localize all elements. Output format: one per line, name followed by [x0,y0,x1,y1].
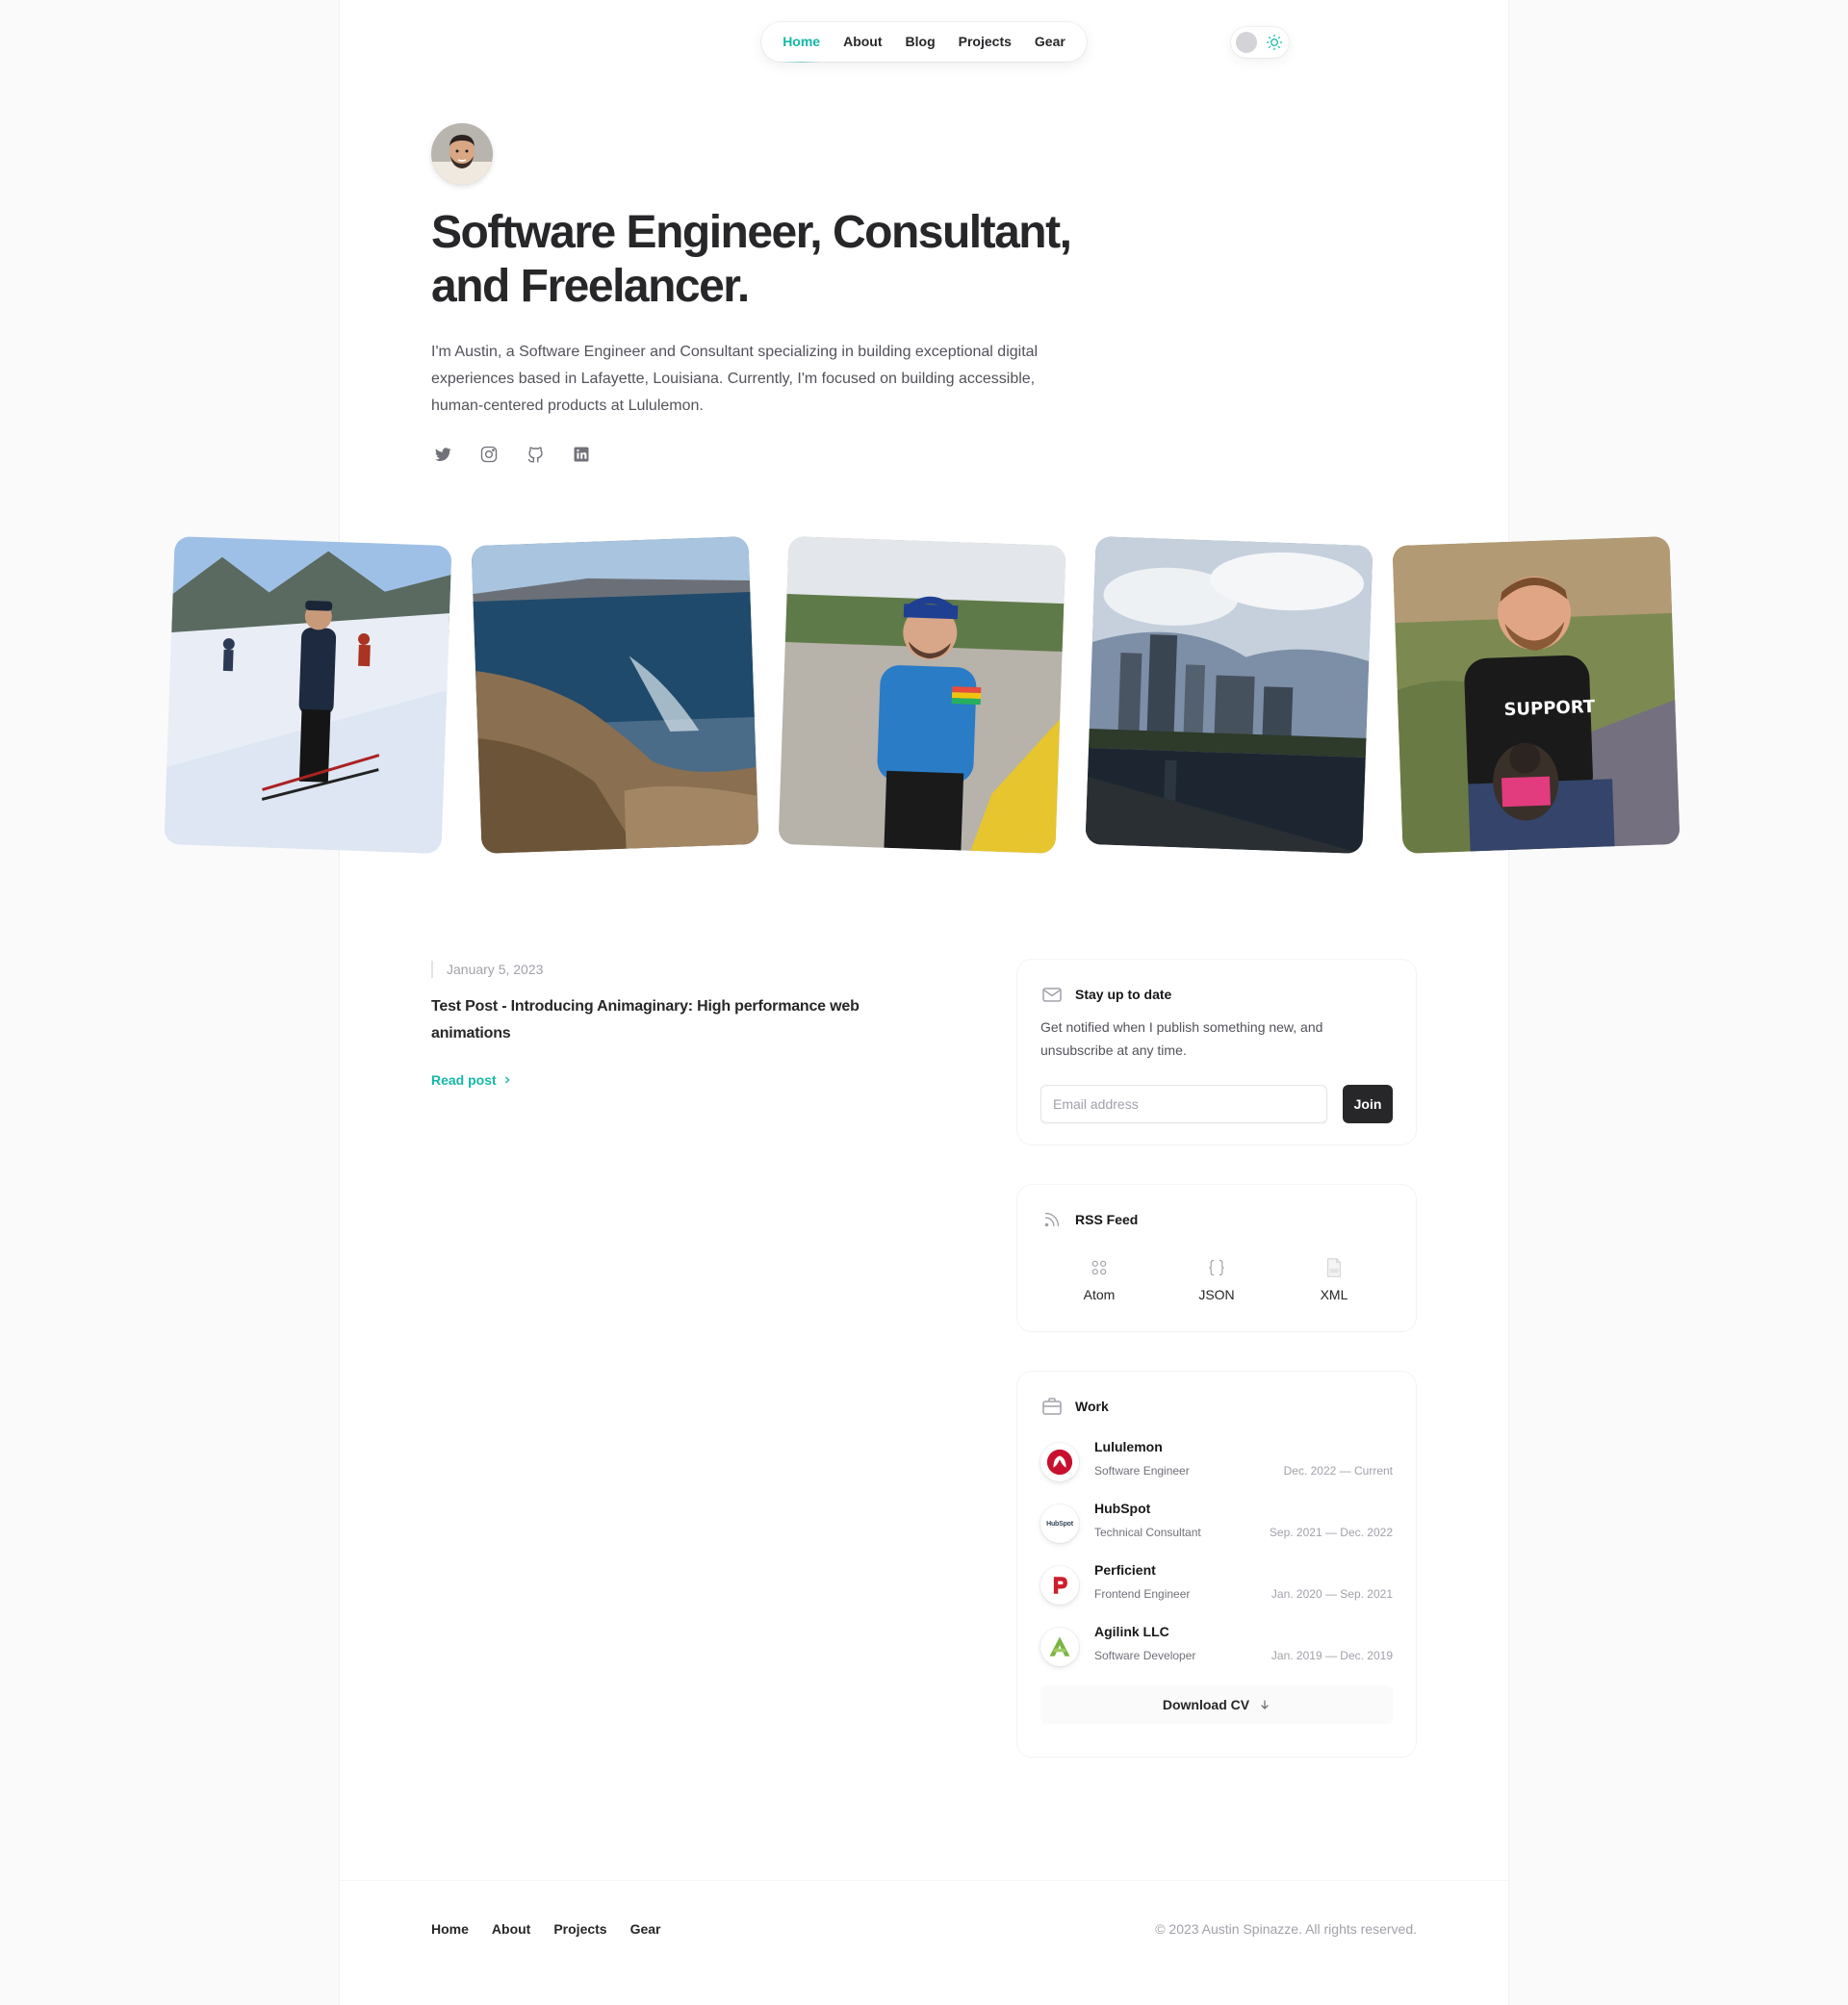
github-icon[interactable] [524,443,547,466]
arrow-down-icon [1261,1700,1269,1709]
hero-description: I'm Austin, a Software Engineer and Cons… [431,344,1039,414]
rss-header: RSS Feed [1040,1208,1393,1231]
photo-skiing [164,536,452,854]
hubspot-logo-text: HubSpot [1046,1520,1073,1528]
read-post-label: Read post [431,1072,497,1088]
rss-icon [1040,1208,1064,1231]
shirt-graphic: SUPPORT [1503,697,1596,720]
avatar[interactable] [431,123,493,185]
rss-xml-label: XML [1320,1287,1348,1302]
job-role: Software Engineer [1094,1464,1190,1478]
article-title[interactable]: Test Post - Introducing Animaginary: Hig… [431,993,874,1047]
lululemon-logo [1040,1443,1079,1481]
hero-title: Software Engineer, Consultant, and Freel… [431,206,1105,314]
company-name: Lululemon [1094,1439,1163,1454]
job-role: Technical Consultant [1094,1526,1201,1539]
company-name: HubSpot [1094,1501,1151,1516]
nav-about[interactable]: About [832,22,893,62]
article-date: January 5, 2023 [431,961,543,978]
job-role: Software Developer [1094,1649,1196,1662]
job-dates: Jan. 2019 — Dec. 2019 [1270,1649,1393,1662]
work-list: Lululemon Software Engineer Dec. 2022 — … [1040,1439,1393,1670]
footer-nav: Home About Projects Gear [431,1921,661,1937]
hero-title-line-2: and Freelancer. [431,261,750,312]
email-field[interactable] [1040,1085,1327,1123]
toggle-knob [1236,32,1257,53]
work-item-hubspot: HubSpot HubSpot Technical Consultant Sep… [1040,1501,1393,1547]
job-dates: Sep. 2021 — Dec. 2022 [1269,1526,1393,1539]
company-name: Agilink LLC [1094,1624,1169,1639]
rss-xml[interactable]: XML [1296,1256,1373,1302]
newsletter-description: Get notified when I publish something ne… [1040,1019,1323,1058]
rss-title: RSS Feed [1075,1212,1139,1227]
mail-icon [1040,983,1064,1006]
job-dates: Dec. 2022 — Current [1283,1464,1393,1478]
rss-atom-label: Atom [1083,1287,1116,1302]
footer-link-gear[interactable]: Gear [630,1921,661,1937]
newsletter-header: Stay up to date [1040,983,1393,1006]
perficient-logo [1040,1566,1079,1605]
work-card: Work Lululemon Software Engineer Dec. 20… [1016,1371,1417,1758]
twitter-icon[interactable] [431,443,454,466]
newsletter-title: Stay up to date [1075,987,1172,1002]
work-item-perficient: Perficient Frontend Engineer Jan. 2020 —… [1040,1562,1393,1608]
photo-coast [471,536,759,854]
download-cv-label: Download CV [1162,1697,1250,1712]
newsletter-form-row: Join [1040,1085,1393,1123]
rss-json-label: JSON [1198,1287,1235,1302]
join-button[interactable]: Join [1343,1085,1393,1123]
rss-json[interactable]: JSON [1178,1256,1255,1302]
nav-home[interactable]: Home [771,22,832,63]
work-header: Work [1040,1395,1393,1418]
work-item-agilink: Agilink LLC Software Developer Jan. 2019… [1040,1624,1393,1670]
rss-options: Atom JSON XML [1040,1256,1393,1302]
photo-city-river [1085,536,1373,854]
main-nav: Home About Blog Projects Gear [761,22,1087,63]
social-links [431,443,593,466]
footer-link-home[interactable]: Home [431,1921,469,1937]
copyright: © 2023 Austin Spinazze. All rights reser… [1155,1921,1417,1937]
instagram-icon[interactable] [477,443,500,466]
linkedin-icon[interactable] [570,443,593,466]
footer-link-about[interactable]: About [492,1921,530,1937]
read-post-link[interactable]: Read post [431,1072,512,1088]
rss-atom[interactable]: Atom [1061,1256,1138,1302]
sun-icon [1266,34,1283,51]
agilink-logo [1040,1628,1079,1666]
work-item-lululemon: Lululemon Software Engineer Dec. 2022 — … [1040,1439,1393,1485]
json-icon [1205,1256,1228,1279]
newsletter-card: Stay up to date Get notified when I publ… [1016,959,1417,1145]
rss-card: RSS Feed Atom JSON XML [1016,1184,1417,1332]
download-cv-button[interactable]: Download CV [1040,1685,1393,1724]
job-role: Frontend Engineer [1094,1587,1191,1601]
theme-toggle[interactable] [1231,27,1289,58]
nav-blog[interactable]: Blog [894,22,947,62]
chevron-right-icon [504,1076,510,1084]
company-name: Perficient [1094,1562,1156,1578]
photo-portrait-hoodie [778,536,1066,854]
nav-gear[interactable]: Gear [1023,22,1077,62]
footer-divider [339,1880,1509,1881]
work-title: Work [1075,1399,1109,1414]
hero-title-line-1: Software Engineer, Consultant, [431,207,1072,258]
hubspot-logo: HubSpot [1040,1504,1079,1543]
nav-projects[interactable]: Projects [947,22,1023,62]
briefcase-icon [1040,1395,1064,1418]
photo-dog: SUPPORT [1392,536,1681,854]
atom-icon [1088,1256,1111,1279]
job-dates: Jan. 2020 — Sep. 2021 [1270,1587,1393,1601]
footer-link-projects[interactable]: Projects [553,1921,606,1937]
xml-file-icon [1322,1256,1346,1279]
